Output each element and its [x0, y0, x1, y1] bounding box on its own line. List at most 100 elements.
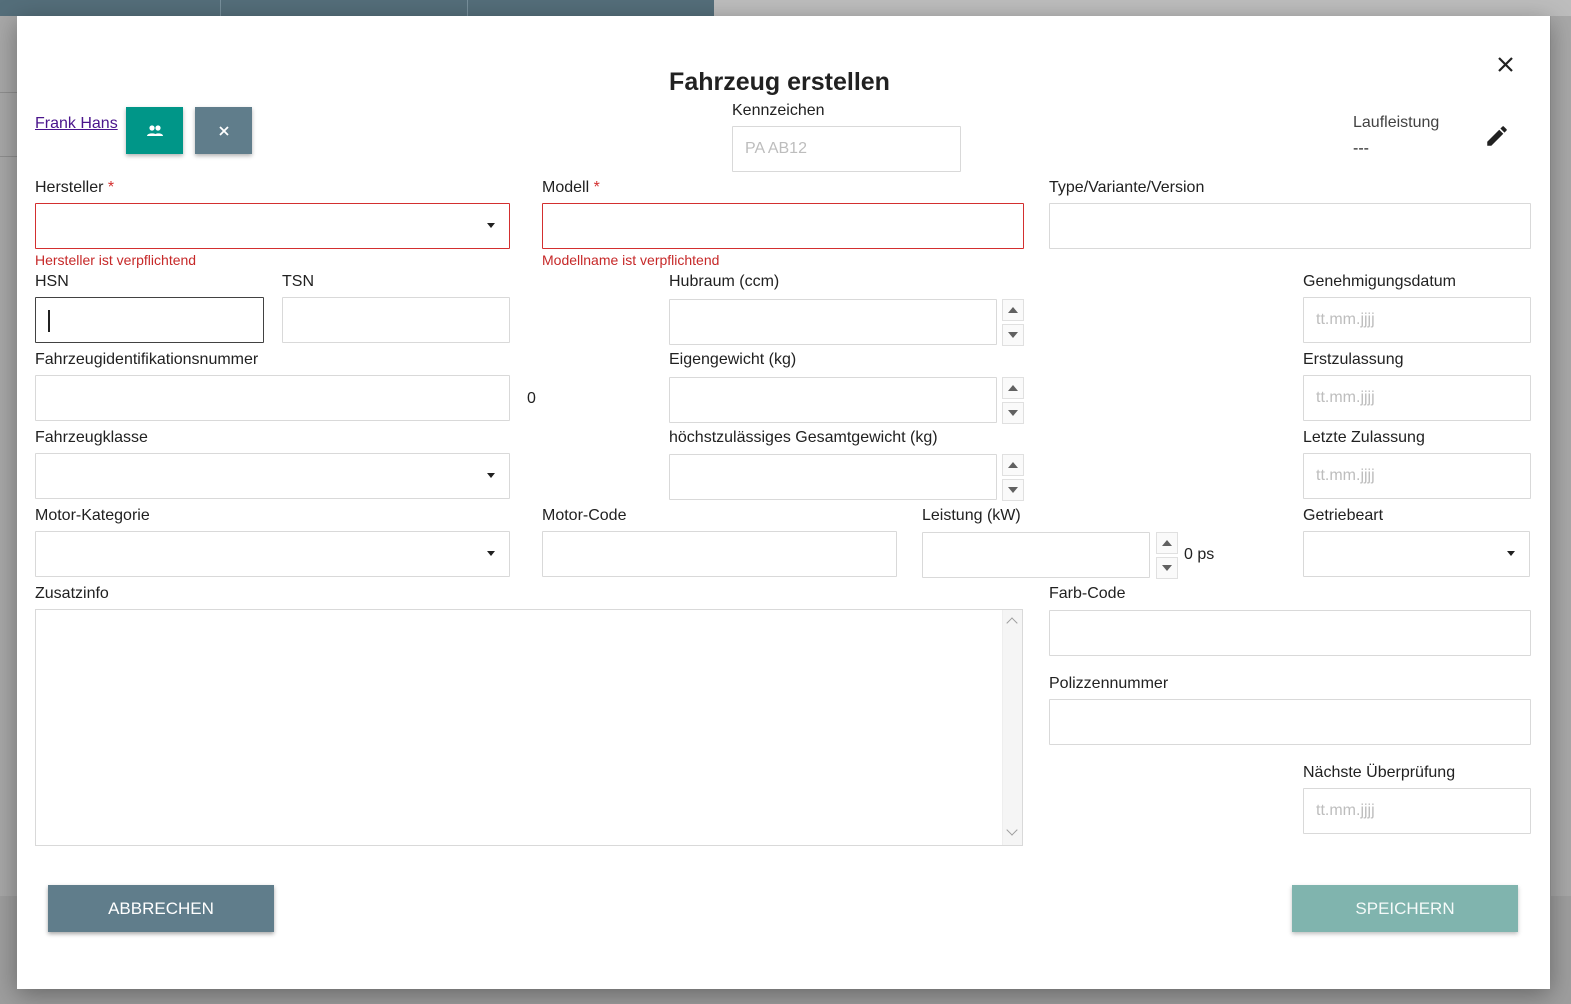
gesamtgewicht-label: höchstzulässiges Gesamtgewicht (kg) — [669, 429, 938, 446]
dialog-title: Fahrzeug erstellen — [669, 68, 890, 96]
textarea-scrollbar[interactable] — [1002, 610, 1022, 845]
tsn-input[interactable] — [282, 297, 510, 343]
motor-code-input[interactable] — [542, 531, 897, 577]
genehmigungsdatum-label: Genehmigungsdatum — [1303, 273, 1456, 290]
background-header — [714, 0, 1571, 16]
gesamtgewicht-input[interactable] — [669, 454, 997, 500]
erstzulassung-input[interactable]: tt.mm.jjjj — [1303, 375, 1531, 421]
laufleistung-value: --- — [1353, 140, 1369, 157]
hubraum-increment[interactable] — [1002, 299, 1024, 321]
close-dialog-button[interactable] — [1491, 50, 1519, 78]
polizzennummer-label: Polizzennummer — [1049, 675, 1169, 692]
divider — [0, 92, 18, 93]
tab-separator — [220, 0, 221, 16]
hersteller-select[interactable] — [35, 203, 510, 249]
dropdown-caret-icon — [1507, 551, 1515, 556]
kennzeichen-input[interactable]: PA AB12 — [732, 126, 961, 172]
arrow-up-icon — [1008, 385, 1018, 391]
zusatzinfo-label: Zusatzinfo — [35, 585, 109, 602]
modell-error: Modellname ist verpflichtend — [542, 252, 720, 268]
getriebeart-select[interactable] — [1303, 531, 1530, 577]
tab-separator — [467, 0, 468, 16]
pencil-icon — [1487, 126, 1507, 146]
modell-label-text: Modell — [542, 179, 590, 196]
eigengewicht-decrement[interactable] — [1002, 402, 1024, 424]
gesamtgewicht-increment[interactable] — [1002, 454, 1024, 476]
hubraum-decrement[interactable] — [1002, 324, 1024, 346]
kennzeichen-placeholder: PA AB12 — [745, 140, 807, 157]
erstzulassung-label: Erstzulassung — [1303, 351, 1404, 368]
eigengewicht-label: Eigengewicht (kg) — [669, 351, 797, 368]
modell-input[interactable] — [542, 203, 1024, 249]
eigengewicht-input[interactable] — [669, 377, 997, 423]
kennzeichen-label: Kennzeichen — [732, 102, 825, 119]
hubraum-input[interactable] — [669, 299, 997, 345]
fin-input[interactable] — [35, 375, 510, 421]
date-placeholder: tt.mm.jjjj — [1316, 311, 1375, 328]
leistung-label: Leistung (kW) — [922, 507, 1021, 524]
motor-kategorie-select[interactable] — [35, 531, 510, 577]
divider — [0, 156, 18, 157]
tsn-label: TSN — [282, 273, 314, 290]
customer-link[interactable]: Frank Hans — [35, 115, 118, 133]
gesamtgewicht-decrement[interactable] — [1002, 479, 1024, 501]
leistung-input[interactable] — [922, 532, 1150, 578]
arrow-up-icon — [1008, 462, 1018, 468]
arrow-down-icon — [1008, 487, 1018, 493]
date-placeholder: tt.mm.jjjj — [1316, 467, 1375, 484]
naechste-ueberpruefung-input[interactable]: tt.mm.jjjj — [1303, 788, 1531, 834]
hsn-input[interactable] — [35, 297, 264, 343]
farb-code-label: Farb-Code — [1049, 585, 1126, 602]
motor-code-label: Motor-Code — [542, 507, 627, 524]
chevron-down-icon — [1006, 824, 1018, 836]
text-cursor — [48, 310, 50, 332]
create-vehicle-dialog: Fahrzeug erstellen Frank Hans Kennzeiche… — [17, 16, 1550, 989]
hersteller-label: Hersteller * — [35, 179, 114, 197]
people-icon — [146, 124, 163, 136]
hsn-label: HSN — [35, 273, 69, 290]
required-mark: * — [593, 179, 600, 196]
letzte-zulassung-input[interactable]: tt.mm.jjjj — [1303, 453, 1531, 499]
fahrzeugklasse-select[interactable] — [35, 453, 510, 499]
close-icon — [218, 125, 229, 136]
naechste-ueberpruefung-label: Nächste Überprüfung — [1303, 764, 1456, 781]
background-left-strip — [0, 16, 18, 896]
farb-code-input[interactable] — [1049, 610, 1531, 656]
save-button[interactable]: SPEICHERN — [1292, 885, 1518, 932]
leistung-decrement[interactable] — [1156, 557, 1178, 579]
select-customer-button[interactable] — [126, 107, 183, 154]
fahrzeugklasse-label: Fahrzeugklasse — [35, 429, 148, 446]
modell-label: Modell * — [542, 179, 600, 197]
date-placeholder: tt.mm.jjjj — [1316, 389, 1375, 406]
zusatzinfo-textarea[interactable] — [35, 609, 1023, 846]
edit-laufleistung-button[interactable] — [1484, 123, 1510, 149]
arrow-down-icon — [1008, 332, 1018, 338]
background-tabbar — [0, 0, 714, 16]
hubraum-label: Hubraum (ccm) — [669, 273, 780, 290]
chevron-up-icon — [1006, 617, 1018, 629]
laufleistung-label: Laufleistung — [1353, 114, 1440, 131]
dropdown-caret-icon — [487, 551, 495, 556]
letzte-zulassung-label: Letzte Zulassung — [1303, 429, 1425, 446]
ps-readout: 0 ps — [1184, 546, 1215, 563]
date-placeholder: tt.mm.jjjj — [1316, 802, 1375, 819]
arrow-up-icon — [1162, 540, 1172, 546]
getriebeart-label: Getriebeart — [1303, 507, 1384, 524]
required-mark: * — [107, 179, 115, 196]
motor-kategorie-label: Motor-Kategorie — [35, 507, 150, 524]
type-input[interactable] — [1049, 203, 1531, 249]
close-icon — [1498, 57, 1513, 72]
dropdown-caret-icon — [487, 223, 495, 228]
polizzennummer-input[interactable] — [1049, 699, 1531, 745]
genehmigungsdatum-input[interactable]: tt.mm.jjjj — [1303, 297, 1531, 343]
hersteller-label-text: Hersteller — [35, 179, 104, 196]
arrow-up-icon — [1008, 307, 1018, 313]
type-label: Type/Variante/Version — [1049, 179, 1205, 196]
remove-customer-button[interactable] — [195, 107, 252, 154]
arrow-down-icon — [1008, 410, 1018, 416]
eigengewicht-increment[interactable] — [1002, 377, 1024, 399]
cancel-button[interactable]: ABBRECHEN — [48, 885, 274, 932]
leistung-increment[interactable] — [1156, 532, 1178, 554]
hersteller-error: Hersteller ist verpflichtend — [35, 252, 197, 268]
background-right-strip — [1551, 16, 1571, 896]
